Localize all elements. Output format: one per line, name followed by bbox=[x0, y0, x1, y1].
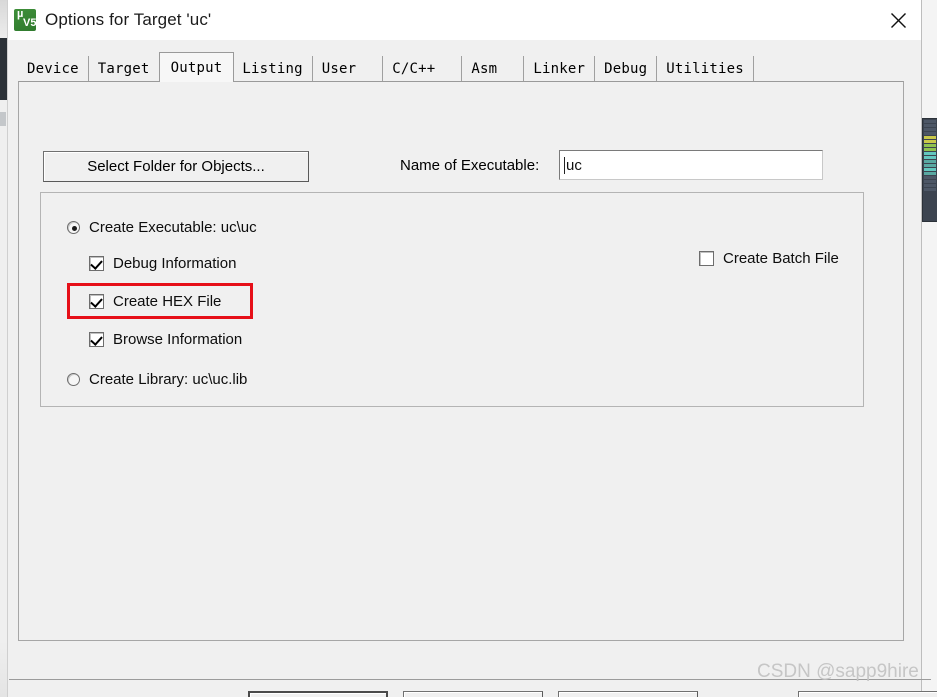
debug-information-label: Debug Information bbox=[113, 255, 237, 272]
uvision-logo-v5: V5 bbox=[23, 17, 37, 29]
name-of-executable-label: Name of Executable: bbox=[400, 157, 540, 174]
tab-utilities-label: Utilities bbox=[666, 60, 744, 77]
tab-asm[interactable]: Asm bbox=[462, 56, 525, 81]
create-hex-file-label: Create HEX File bbox=[113, 293, 222, 310]
defaults-button[interactable]: Defaults bbox=[558, 691, 698, 697]
options-for-target-dialog: µ V5 Options for Target 'uc' Device Targ… bbox=[0, 0, 937, 697]
tab-listing-label: Listing bbox=[242, 60, 303, 77]
uvision-logo-icon: µ V5 bbox=[14, 9, 36, 31]
create-executable-label: Create Executable: uc\uc bbox=[89, 219, 257, 236]
create-executable-radio[interactable]: Create Executable: uc\uc bbox=[67, 219, 257, 236]
tab-target[interactable]: Target bbox=[88, 56, 160, 81]
tab-target-label: Target bbox=[97, 60, 150, 77]
output-options-group: Create Executable: uc\uc Debug Informati… bbox=[40, 192, 864, 407]
checkbox-indicator-icon bbox=[89, 332, 104, 347]
ok-button[interactable]: OK bbox=[248, 691, 388, 697]
browse-information-label: Browse Information bbox=[113, 331, 243, 348]
tab-output[interactable]: Output bbox=[158, 52, 235, 82]
create-batch-file-label: Create Batch File bbox=[723, 250, 839, 267]
tab-user[interactable]: User bbox=[312, 56, 384, 81]
radio-indicator-icon bbox=[67, 221, 80, 234]
cancel-button[interactable]: Cancel bbox=[403, 691, 543, 697]
tab-listing[interactable]: Listing bbox=[233, 56, 313, 81]
background-window-left-edge bbox=[0, 0, 8, 697]
text-caret bbox=[564, 156, 565, 174]
bottom-separator bbox=[9, 679, 931, 680]
tab-linker[interactable]: Linker bbox=[524, 56, 596, 81]
checkbox-indicator-icon bbox=[699, 251, 714, 266]
browse-information-checkbox[interactable]: Browse Information bbox=[89, 331, 242, 348]
background-window-dark-fragment bbox=[0, 38, 7, 100]
background-window-gray-fragment bbox=[0, 112, 6, 126]
background-window-right-edge bbox=[921, 0, 937, 697]
tab-output-label: Output bbox=[170, 59, 223, 76]
background-editor-minimap bbox=[922, 118, 937, 222]
window-title: Options for Target 'uc' bbox=[45, 10, 212, 29]
create-library-label: Create Library: uc\uc.lib bbox=[89, 371, 248, 388]
tab-asm-label: Asm bbox=[471, 60, 498, 77]
title-bar: µ V5 Options for Target 'uc' bbox=[8, 0, 921, 40]
tab-debug-label: Debug bbox=[604, 60, 648, 77]
tab-device-label: Device bbox=[27, 60, 79, 77]
dialog-client-area: Device Target Output Listing User C/C++ … bbox=[9, 40, 937, 697]
tab-c-cpp[interactable]: C/C++ bbox=[383, 56, 463, 81]
close-icon[interactable] bbox=[875, 0, 921, 40]
help-button[interactable]: Help bbox=[798, 691, 937, 697]
tab-device[interactable]: Device bbox=[18, 56, 89, 81]
radio-indicator-icon bbox=[67, 373, 80, 386]
create-library-radio[interactable]: Create Library: uc\uc.lib bbox=[67, 371, 247, 388]
checkbox-indicator-icon bbox=[89, 256, 104, 271]
tab-linker-label: Linker bbox=[533, 60, 586, 77]
select-folder-for-objects-button[interactable]: Select Folder for Objects... bbox=[43, 151, 309, 182]
tab-debug[interactable]: Debug bbox=[595, 56, 658, 81]
create-hex-file-checkbox[interactable]: Create HEX File bbox=[89, 293, 221, 310]
name-of-executable-input[interactable]: uc bbox=[559, 150, 823, 180]
name-of-executable-value: uc bbox=[566, 156, 582, 174]
select-folder-for-objects-label: Select Folder for Objects... bbox=[87, 158, 265, 175]
tab-utilities[interactable]: Utilities bbox=[657, 56, 754, 81]
tab-strip: Device Target Output Listing User C/C++ … bbox=[18, 52, 754, 82]
tab-user-label: User bbox=[321, 60, 357, 77]
debug-information-checkbox[interactable]: Debug Information bbox=[89, 255, 236, 272]
tab-c-cpp-label: C/C++ bbox=[392, 60, 436, 77]
create-batch-file-checkbox[interactable]: Create Batch File bbox=[699, 250, 839, 267]
checkbox-indicator-icon bbox=[89, 294, 104, 309]
